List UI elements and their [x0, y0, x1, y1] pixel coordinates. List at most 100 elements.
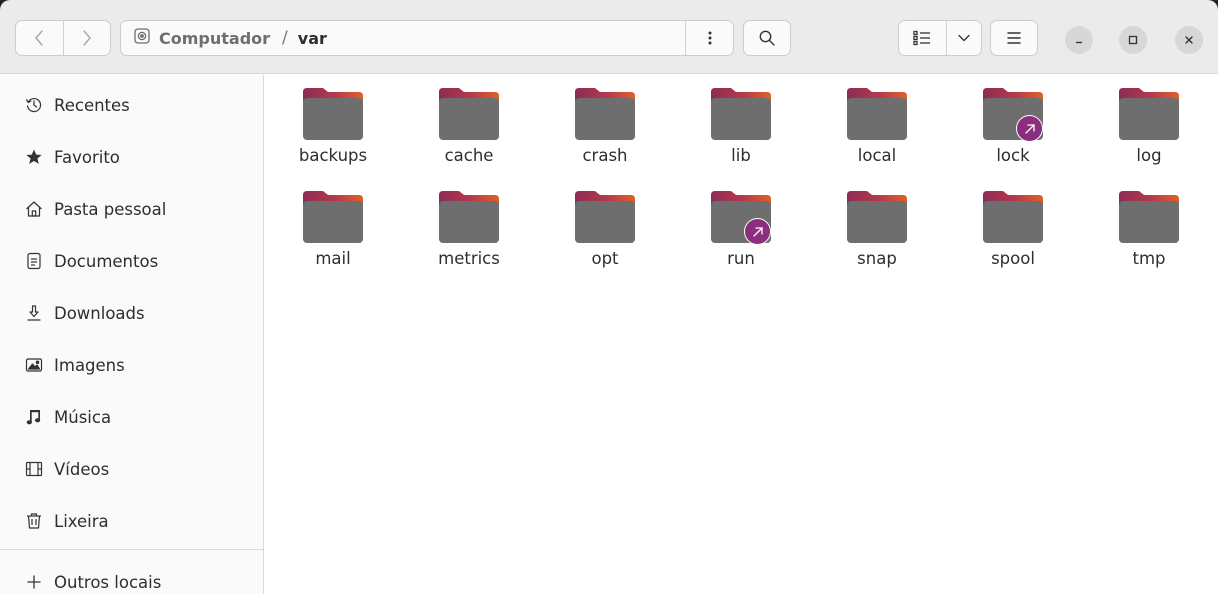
folder-item[interactable]: log: [1081, 86, 1217, 189]
folder-item[interactable]: lib: [673, 86, 809, 189]
path-segment-root-label: Computador: [159, 28, 271, 48]
sidebar-divider: [0, 549, 263, 550]
folder-item[interactable]: opt: [537, 189, 673, 292]
folder-icon: [301, 189, 365, 245]
minimize-icon: [1076, 41, 1082, 44]
download-icon: [24, 303, 44, 323]
sidebar-item-lixeira[interactable]: Lixeira: [0, 501, 264, 541]
folder-name: cache: [444, 146, 494, 165]
star-icon: [24, 147, 44, 167]
symlink-arrow-icon: [744, 218, 771, 245]
chevron-down-icon: [958, 34, 970, 42]
sidebar-item-label: Outros locais: [54, 572, 162, 592]
maximize-icon: [1128, 35, 1138, 45]
back-button[interactable]: [16, 21, 63, 55]
folder-name: opt: [591, 249, 619, 268]
folder-icon: [1117, 189, 1181, 245]
symlink-arrow-icon: [1016, 115, 1043, 142]
folder-icon: [573, 189, 637, 245]
folder-item[interactable]: crash: [537, 86, 673, 189]
plus-icon: [24, 572, 44, 592]
minimize-button[interactable]: [1065, 26, 1093, 54]
folder-item[interactable]: metrics: [401, 189, 537, 292]
folder-item[interactable]: mail: [265, 189, 401, 292]
folder-item[interactable]: snap: [809, 189, 945, 292]
folder-item[interactable]: run: [673, 189, 809, 292]
folder-name: run: [727, 249, 755, 268]
drive-icon: [133, 27, 151, 49]
folder-item[interactable]: spool: [945, 189, 1081, 292]
chevron-right-icon: [83, 30, 91, 46]
file-grid: backups cache crash lib local lock log m…: [265, 86, 1218, 292]
sidebar-item-label: Documentos: [54, 251, 159, 271]
file-manager-window: Computador / var Recentes Favorito Pasta…: [0, 0, 1218, 594]
sidebar-item-label: Vídeos: [54, 459, 110, 479]
folder-item[interactable]: local: [809, 86, 945, 189]
sidebar-item-documentos[interactable]: Documentos: [0, 241, 264, 281]
path-segment-current[interactable]: var: [288, 21, 339, 55]
folder-icon: [981, 189, 1045, 245]
sidebar-item-outros-locais[interactable]: Outros locais: [0, 562, 264, 594]
music-icon: [24, 407, 44, 427]
path-segment-current-label: var: [297, 28, 327, 48]
folder-icon: [981, 86, 1045, 142]
sidebar-item-label: Favorito: [54, 147, 120, 167]
folder-name: log: [1136, 146, 1162, 165]
forward-button[interactable]: [62, 21, 111, 55]
list-view-button[interactable]: [899, 21, 946, 55]
document-icon: [24, 251, 44, 271]
sidebar-item-recentes[interactable]: Recentes: [0, 85, 264, 125]
folder-icon: [709, 189, 773, 245]
folder-item[interactable]: tmp: [1081, 189, 1217, 292]
sidebar-item-favorito[interactable]: Favorito: [0, 137, 264, 177]
folder-item[interactable]: cache: [401, 86, 537, 189]
sidebar-item-label: Imagens: [54, 355, 125, 375]
folder-icon: [437, 86, 501, 142]
folder-icon: [845, 86, 909, 142]
hamburger-menu-icon: [1007, 32, 1021, 44]
sidebar-item-musica[interactable]: Música: [0, 397, 264, 437]
sidebar-item-videos[interactable]: Vídeos: [0, 449, 264, 489]
maximize-button[interactable]: [1119, 26, 1147, 54]
folder-icon: [709, 86, 773, 142]
sidebar-item-label: Lixeira: [54, 511, 109, 531]
sidebar-item-label: Música: [54, 407, 112, 427]
folder-icon: [301, 86, 365, 142]
sidebar-item-label: Recentes: [54, 95, 130, 115]
close-button[interactable]: [1175, 26, 1203, 54]
path-segment-root[interactable]: Computador: [121, 21, 282, 55]
folder-item[interactable]: lock: [945, 86, 1081, 189]
chevron-left-icon: [35, 30, 43, 46]
search-icon: [759, 30, 775, 46]
folder-name: lock: [996, 146, 1030, 165]
close-icon: [1185, 36, 1193, 44]
folder-item[interactable]: backups: [265, 86, 401, 189]
sidebar-item-label: Downloads: [54, 303, 145, 323]
sidebar: Recentes Favorito Pasta pessoal Document…: [0, 75, 264, 594]
sidebar-item-downloads[interactable]: Downloads: [0, 293, 264, 333]
main-menu-button[interactable]: [990, 20, 1038, 56]
folder-name: mail: [315, 249, 351, 268]
video-icon: [24, 459, 44, 479]
trash-icon: [24, 511, 44, 531]
header-bar: Computador / var: [0, 0, 1218, 74]
folder-icon: [573, 86, 637, 142]
image-icon: [24, 355, 44, 375]
sidebar-item-pasta-pessoal[interactable]: Pasta pessoal: [0, 189, 264, 229]
recent-clock-icon: [24, 95, 44, 115]
sidebar-item-imagens[interactable]: Imagens: [0, 345, 264, 385]
folder-name: metrics: [438, 249, 500, 268]
folder-icon: [1117, 86, 1181, 142]
folder-name: crash: [582, 146, 628, 165]
path-bar: Computador / var: [120, 20, 734, 56]
folder-name: backups: [298, 146, 368, 165]
path-menu-button[interactable]: [685, 21, 733, 55]
folder-icon: [845, 189, 909, 245]
view-toggle-group: [898, 20, 982, 56]
view-options-dropdown[interactable]: [945, 21, 981, 55]
file-view: backups cache crash lib local lock log m…: [265, 75, 1218, 594]
list-view-icon: [913, 30, 931, 46]
kebab-menu-icon: [708, 31, 711, 45]
search-button[interactable]: [743, 20, 791, 56]
folder-name: lib: [731, 146, 751, 165]
